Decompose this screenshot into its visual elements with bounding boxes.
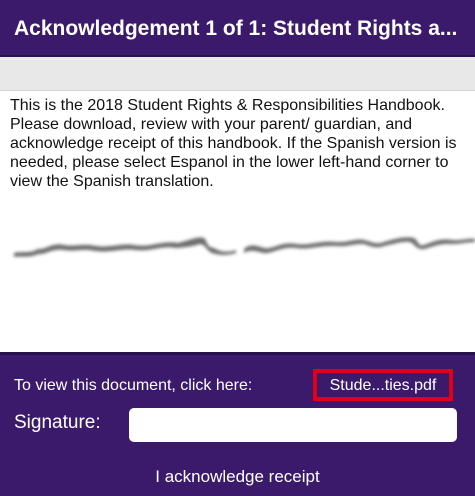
acknowledgement-panel: To view this document, click here: Stude…: [0, 352, 475, 496]
toolbar-band: [0, 57, 475, 91]
document-description: This is the 2018 Student Rights & Respon…: [10, 97, 457, 190]
acknowledge-receipt-button[interactable]: I acknowledge receipt: [0, 462, 475, 492]
footer-divider: [0, 352, 475, 355]
view-document-label: To view this document, click here:: [14, 377, 253, 394]
signature-label: Signature:: [14, 412, 101, 433]
page-title: Acknowledgement 1 of 1: Student Rights a…: [0, 0, 475, 55]
torn-edge-shadow: [14, 237, 475, 257]
signature-field[interactable]: [129, 408, 457, 442]
torn-edge-divider: [14, 237, 475, 257]
document-link[interactable]: Stude...ties.pdf: [313, 369, 453, 401]
